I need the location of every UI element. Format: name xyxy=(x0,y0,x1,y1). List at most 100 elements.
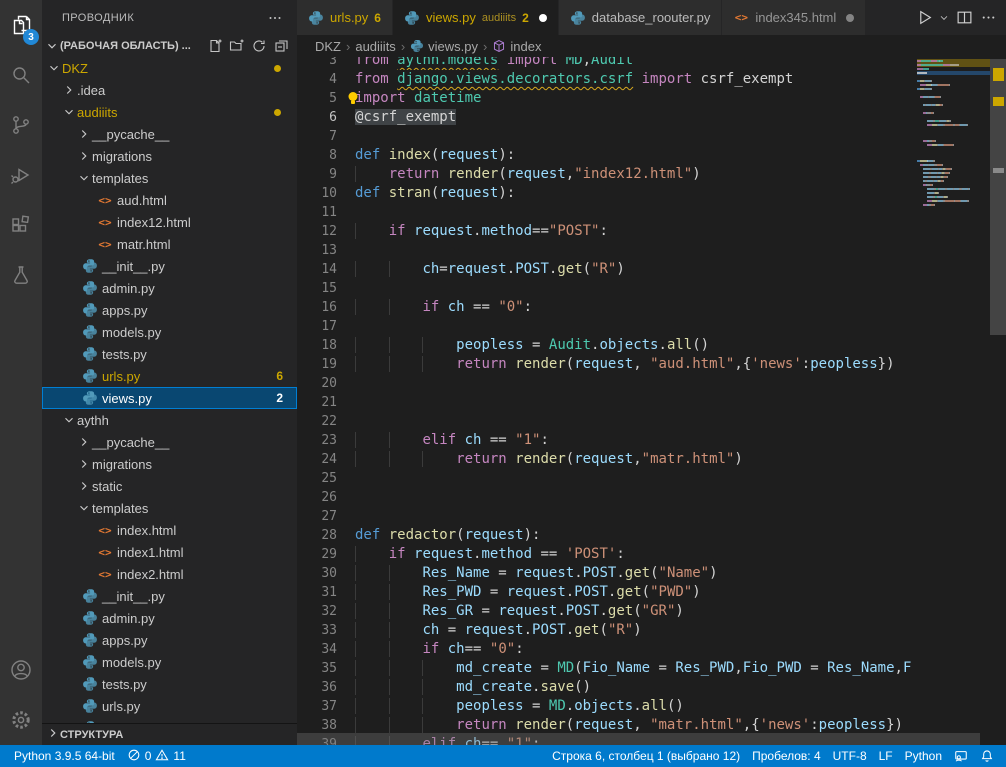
run-dropdown-chevron-icon[interactable] xyxy=(938,8,950,28)
notifications-bell-icon[interactable] xyxy=(974,745,1000,767)
modified-dot-icon[interactable] xyxy=(846,14,854,22)
code-line-8[interactable]: 8def index(request): xyxy=(297,146,917,165)
indentation-button[interactable]: Пробелов: 4 xyxy=(746,745,827,767)
modified-dot-icon[interactable] xyxy=(539,14,547,22)
code-line-23[interactable]: 23 elif ch == "1": xyxy=(297,431,917,450)
tree-item-index12-html[interactable]: <>index12.html xyxy=(42,211,297,233)
testing-icon[interactable] xyxy=(0,250,42,300)
tree-item--init-py[interactable]: __init__.py xyxy=(42,255,297,277)
tree-item--pycache-[interactable]: __pycache__ xyxy=(42,431,297,453)
code-line-26[interactable]: 26 xyxy=(297,488,917,507)
views-more-actions-icon[interactable] xyxy=(265,8,285,28)
code-line-17[interactable]: 17 xyxy=(297,317,917,336)
tab-views-py[interactable]: views.pyaudiiits2 xyxy=(393,0,559,35)
code-line-13[interactable]: 13 xyxy=(297,241,917,260)
code-line-16[interactable]: 16 if ch == "0": xyxy=(297,298,917,317)
tree-item-DKZ[interactable]: DKZ xyxy=(42,57,297,79)
code-line-22[interactable]: 22 xyxy=(297,412,917,431)
tree-item-migrations[interactable]: migrations xyxy=(42,145,297,167)
tree-item-aythh[interactable]: aythh xyxy=(42,409,297,431)
split-editor-icon[interactable] xyxy=(954,8,974,28)
run-debug-icon[interactable] xyxy=(0,150,42,200)
code-line-19[interactable]: 19 return render(request, "aud.html",{'n… xyxy=(297,355,917,374)
code-line-9[interactable]: 9 return render(request,"index12.html") xyxy=(297,165,917,184)
tree-item--pycache-[interactable]: __pycache__ xyxy=(42,123,297,145)
account-icon[interactable] xyxy=(0,645,42,695)
vertical-scrollbar[interactable] xyxy=(990,57,1006,745)
code-line-28[interactable]: 28def redactor(request): xyxy=(297,526,917,545)
tree-item-matr-html[interactable]: <>matr.html xyxy=(42,233,297,255)
python-interpreter-button[interactable]: Python 3.9.5 64-bit xyxy=(8,745,121,767)
collapse-folders-icon[interactable] xyxy=(271,36,291,56)
tree-item-models-py[interactable]: models.py xyxy=(42,321,297,343)
workspace-section-header[interactable]: (РАБОЧАЯ ОБЛАСТЬ) ... xyxy=(42,35,297,57)
tab-index345-html[interactable]: <>index345.html xyxy=(722,0,866,35)
code-line-11[interactable]: 11 xyxy=(297,203,917,222)
code-line-20[interactable]: 20 xyxy=(297,374,917,393)
code-line-30[interactable]: 30 Res_Name = request.POST.get("Name") xyxy=(297,564,917,583)
breadcrumb-item-DKZ[interactable]: DKZ xyxy=(315,39,341,54)
tree-item-urls-py[interactable]: urls.py6 xyxy=(42,365,297,387)
code-line-32[interactable]: 32 Res_GR = request.POST.get("GR") xyxy=(297,602,917,621)
breadcrumb-item-views-py[interactable]: views.py xyxy=(410,39,478,54)
language-mode-button[interactable]: Python xyxy=(899,745,948,767)
code-line-18[interactable]: 18 peopless = Audit.objects.all() xyxy=(297,336,917,355)
lightbulb-icon[interactable] xyxy=(345,90,361,106)
tree-item-index-html[interactable]: <>index.html xyxy=(42,519,297,541)
code-line-5[interactable]: 5import datetime xyxy=(297,89,917,108)
code-line-36[interactable]: 36 md_create.save() xyxy=(297,678,917,697)
tab-database-roouter-py[interactable]: database_roouter.py xyxy=(559,0,723,35)
code-line-12[interactable]: 12 if request.method=="POST": xyxy=(297,222,917,241)
code-line-15[interactable]: 15 xyxy=(297,279,917,298)
code-line-3[interactable]: 3from aythh.models import MD,Audit xyxy=(297,57,917,70)
refresh-icon[interactable] xyxy=(249,36,269,56)
minimap[interactable] xyxy=(917,57,990,745)
cursor-position-button[interactable]: Строка 6, столбец 1 (выбрано 12) xyxy=(546,745,746,767)
code-line-4[interactable]: 4from django.views.decorators.csrf impor… xyxy=(297,70,917,89)
tree-item-migrations[interactable]: migrations xyxy=(42,453,297,475)
breadcrumb-item-audiiits[interactable]: audiiits xyxy=(355,39,395,54)
tree-item-static[interactable]: static xyxy=(42,475,297,497)
code-line-34[interactable]: 34 if ch== "0": xyxy=(297,640,917,659)
new-folder-icon[interactable] xyxy=(227,36,247,56)
tab-urls-py[interactable]: urls.py6 xyxy=(297,0,393,35)
tree-item-index1-html[interactable]: <>index1.html xyxy=(42,541,297,563)
problems-button[interactable]: 0 11 xyxy=(121,745,192,767)
outline-section-header[interactable]: СТРУКТУРА xyxy=(42,723,297,745)
tree-item-admin-py[interactable]: admin.py xyxy=(42,277,297,299)
code-line-21[interactable]: 21 xyxy=(297,393,917,412)
tree-item-urls-py[interactable]: urls.py xyxy=(42,695,297,717)
tree-item-models-py[interactable]: models.py xyxy=(42,651,297,673)
tree-item--idea[interactable]: .idea xyxy=(42,79,297,101)
more-actions-icon[interactable] xyxy=(978,8,998,28)
tree-item-apps-py[interactable]: apps.py xyxy=(42,629,297,651)
run-button[interactable] xyxy=(914,8,934,28)
breadcrumb-item-index[interactable]: index xyxy=(492,39,541,54)
source-control-icon[interactable] xyxy=(0,100,42,150)
tree-item--init-py[interactable]: __init__.py xyxy=(42,585,297,607)
horizontal-scrollbar[interactable] xyxy=(297,733,980,745)
code-line-33[interactable]: 33 ch = request.POST.get("R") xyxy=(297,621,917,640)
new-file-icon[interactable] xyxy=(205,36,225,56)
code-line-35[interactable]: 35 md_create = MD(Fio_Name = Res_PWD,Fio… xyxy=(297,659,917,678)
extensions-icon[interactable] xyxy=(0,200,42,250)
tree-item-apps-py[interactable]: apps.py xyxy=(42,299,297,321)
tree-item-index2-html[interactable]: <>index2.html xyxy=(42,563,297,585)
code-line-27[interactable]: 27 xyxy=(297,507,917,526)
explorer-icon[interactable]: 3 xyxy=(0,0,42,50)
code-line-29[interactable]: 29 if request.method == 'POST': xyxy=(297,545,917,564)
code-line-14[interactable]: 14 ch=request.POST.get("R") xyxy=(297,260,917,279)
code-line-25[interactable]: 25 xyxy=(297,469,917,488)
code-line-24[interactable]: 24 return render(request,"matr.html") xyxy=(297,450,917,469)
code-area[interactable]: 3from aythh.models import MD,Audit4from … xyxy=(297,57,917,745)
tree-item-tests-py[interactable]: tests.py xyxy=(42,343,297,365)
code-line-31[interactable]: 31 Res_PWD = request.POST.get("PWD") xyxy=(297,583,917,602)
tree-item-admin-py[interactable]: admin.py xyxy=(42,607,297,629)
encoding-button[interactable]: UTF-8 xyxy=(827,745,873,767)
code-line-7[interactable]: 7 xyxy=(297,127,917,146)
search-icon[interactable] xyxy=(0,50,42,100)
code-line-10[interactable]: 10def stran(request): xyxy=(297,184,917,203)
code-line-6[interactable]: 6@csrf_exempt xyxy=(297,108,917,127)
tree-item-tests-py[interactable]: tests.py xyxy=(42,673,297,695)
tree-item-views-py[interactable]: views.py2 xyxy=(42,387,297,409)
